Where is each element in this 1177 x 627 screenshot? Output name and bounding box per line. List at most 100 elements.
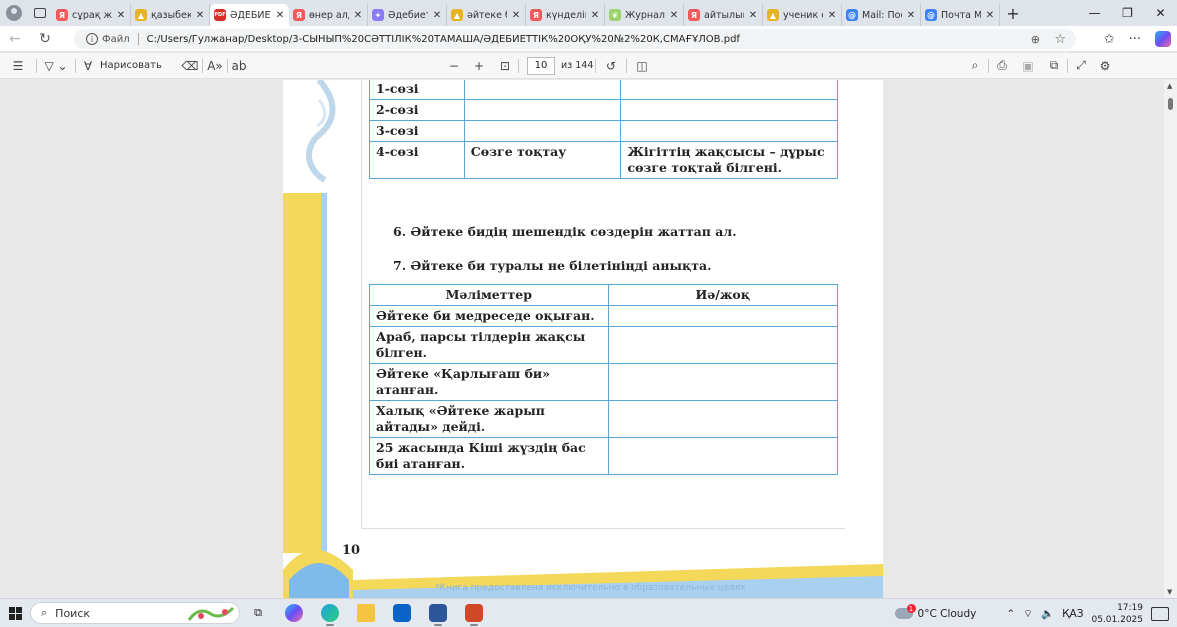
close-tab-icon[interactable]: ✕ [748, 10, 758, 21]
close-window-button[interactable]: ✕ [1144, 0, 1177, 26]
fullscreen-icon[interactable]: ⤢ [1068, 58, 1094, 73]
save-icon[interactable]: ▣ [1015, 59, 1041, 73]
page-view-icon[interactable]: ◫ [627, 59, 657, 73]
minimize-button[interactable]: — [1078, 0, 1111, 26]
restore-button[interactable]: ❐ [1111, 0, 1144, 26]
favorites-icon[interactable]: ✩ [1104, 32, 1115, 47]
wifi-icon[interactable]: ⌔ [1023, 607, 1033, 621]
browser-tab[interactable]: @ Mail: Пос ✕ [842, 4, 921, 26]
save-as-icon[interactable]: ⧉ [1041, 58, 1067, 73]
table-cell: Әйтеке би медреседе оқыған. [369, 305, 609, 327]
powerpoint-icon[interactable] [456, 599, 492, 627]
browser-tab[interactable]: PDF ӘДЕБИЕТ ✕ [210, 4, 289, 26]
browser-tab[interactable]: ▲ қазыбек ✕ [131, 4, 210, 26]
page-blue-band [321, 193, 327, 553]
profile-button[interactable] [0, 0, 28, 26]
file-explorer-icon[interactable] [348, 599, 384, 627]
info-icon[interactable]: i [86, 33, 98, 45]
translate-icon[interactable]: ab [228, 59, 250, 73]
highlight-icon[interactable]: ▽ ⌄ [37, 59, 75, 73]
contents-icon[interactable]: ☰ [0, 59, 36, 73]
page-number-input[interactable]: 10 [527, 56, 555, 75]
more-menu-icon[interactable]: ··· [1129, 32, 1141, 47]
rotate-icon[interactable]: ↺ [596, 59, 626, 73]
print-icon[interactable]: ⎙ [989, 58, 1015, 73]
refresh-button[interactable]: ↻ [30, 26, 60, 52]
browser-tab[interactable]: ❦ Журнал ✕ [605, 4, 684, 26]
close-tab-icon[interactable]: ✕ [432, 10, 442, 21]
close-tab-icon[interactable]: ✕ [590, 10, 600, 21]
address-bar[interactable]: i Файл C:/Users/Гулжанар/Desktop/3-СЫНЫП… [74, 29, 1076, 49]
pdf-viewer[interactable]: 1-сөзі 2-сөзі 3-сөзі 4-сөзі Сөзге тоқтау Жігі… [0, 80, 1177, 598]
speaker-icon[interactable]: 🔈 [1041, 607, 1054, 620]
new-tab-button[interactable]: + [1000, 0, 1026, 26]
search-icon[interactable]: ⌕ [962, 58, 988, 73]
table-cell [607, 363, 839, 401]
back-button[interactable]: ← [0, 26, 30, 52]
browser-tab[interactable]: ✦ Әдебиет ✕ [368, 4, 447, 26]
zoom-in-button[interactable]: + [466, 59, 492, 73]
notifications-icon[interactable] [1151, 606, 1169, 621]
browser-tab[interactable]: ▲ әйтеке б ✕ [447, 4, 526, 26]
url-divider [137, 33, 139, 45]
table-row: 3-сөзі [369, 120, 838, 142]
scrollbar-thumb[interactable] [1168, 98, 1173, 110]
fit-page-icon[interactable]: ⊡ [492, 59, 518, 73]
tab-title: Mail: Пос [862, 9, 902, 21]
pdf-toolbar: ☰ ▽ ⌄ ∀ Нарисовать ⌫ A» ab − + ⊡ 10 из 1… [0, 53, 1177, 79]
close-tab-icon[interactable]: ✕ [275, 10, 285, 21]
favorite-star-icon[interactable]: ☆ [1054, 32, 1066, 47]
scroll-up-icon[interactable]: ▲ [1167, 82, 1172, 90]
outlook-icon[interactable] [384, 599, 420, 627]
image-icon: ▲ [135, 9, 147, 21]
close-tab-icon[interactable]: ✕ [116, 10, 126, 21]
browser-tab[interactable]: Яайтылым ✕ [684, 4, 763, 26]
close-tab-icon[interactable]: ✕ [353, 10, 363, 21]
table-cell: Сөзге тоқтау [463, 141, 622, 179]
table-cell: 25 жасында Кіші жүздің бас биі атанған. [369, 437, 609, 475]
start-button[interactable] [0, 599, 30, 627]
browser-tab[interactable]: Яөнер алд ✕ [289, 4, 368, 26]
close-tab-icon[interactable]: ✕ [195, 10, 205, 21]
eraser-icon[interactable]: ⌫ [178, 59, 202, 73]
edge-icon[interactable] [312, 599, 348, 627]
ai-icon: ✦ [372, 9, 384, 21]
draw-icon[interactable]: ∀ [76, 59, 100, 73]
words-table: 1-сөзі 2-сөзі 3-сөзі 4-сөзі Сөзге тоқтау Жігі… [369, 80, 838, 179]
read-aloud-icon[interactable]: A» [203, 59, 227, 73]
tab-title: сұрақ жа [72, 9, 112, 21]
zoom-icon[interactable]: ⊕ [1031, 33, 1040, 46]
browser-tab[interactable]: Якүнделік ✕ [526, 4, 605, 26]
language-indicator[interactable]: ҚАЗ [1062, 608, 1083, 620]
search-icon: ⌕ [41, 606, 48, 619]
close-tab-icon[interactable]: ✕ [511, 10, 521, 21]
taskbar-search[interactable]: ⌕ Поиск [30, 602, 240, 624]
browser-tab[interactable]: Ясұрақ жа ✕ [52, 4, 131, 26]
word-icon[interactable] [420, 599, 456, 627]
task-view-icon[interactable]: ⧉ [240, 599, 276, 627]
task-6-text: Әйтеке бидің шешендік сөздерін жаттап ал… [410, 224, 737, 239]
weather-widget[interactable]: 1 0°C Cloudy [894, 604, 976, 620]
vertical-scrollbar[interactable]: ▲ ▼ [1164, 80, 1177, 598]
close-tab-icon[interactable]: ✕ [827, 10, 837, 21]
workspaces-button[interactable] [28, 0, 52, 26]
browser-tab[interactable]: @ Почта М ✕ [921, 4, 1000, 26]
clock[interactable]: 17:19 05.01.2025 [1091, 602, 1143, 626]
copilot-icon[interactable] [1155, 31, 1171, 47]
image-icon: ▲ [451, 9, 463, 21]
close-tab-icon[interactable]: ✕ [985, 10, 995, 21]
zoom-out-button[interactable]: − [442, 59, 466, 73]
scroll-down-icon[interactable]: ▼ [1167, 588, 1172, 596]
copilot-app-icon[interactable] [276, 599, 312, 627]
browser-tab[interactable]: ▲ ученик с ✕ [763, 4, 842, 26]
pdf-icon: PDF [214, 9, 226, 21]
facts-table: Мәліметтер Иә/жоқ Әйтеке би медреседе оқ… [369, 284, 839, 475]
url-text[interactable]: C:/Users/Гулжанар/Desktop/3-СЫНЫП%20СӘТТ… [147, 34, 740, 45]
image-icon: ▲ [767, 9, 779, 21]
mail-icon: @ [846, 9, 858, 21]
close-tab-icon[interactable]: ✕ [669, 10, 679, 21]
tray-chevron-icon[interactable]: ⌃ [1006, 608, 1015, 620]
settings-icon[interactable]: ⚙ [1094, 59, 1116, 73]
draw-button[interactable]: Нарисовать [100, 60, 178, 71]
close-tab-icon[interactable]: ✕ [906, 10, 916, 21]
